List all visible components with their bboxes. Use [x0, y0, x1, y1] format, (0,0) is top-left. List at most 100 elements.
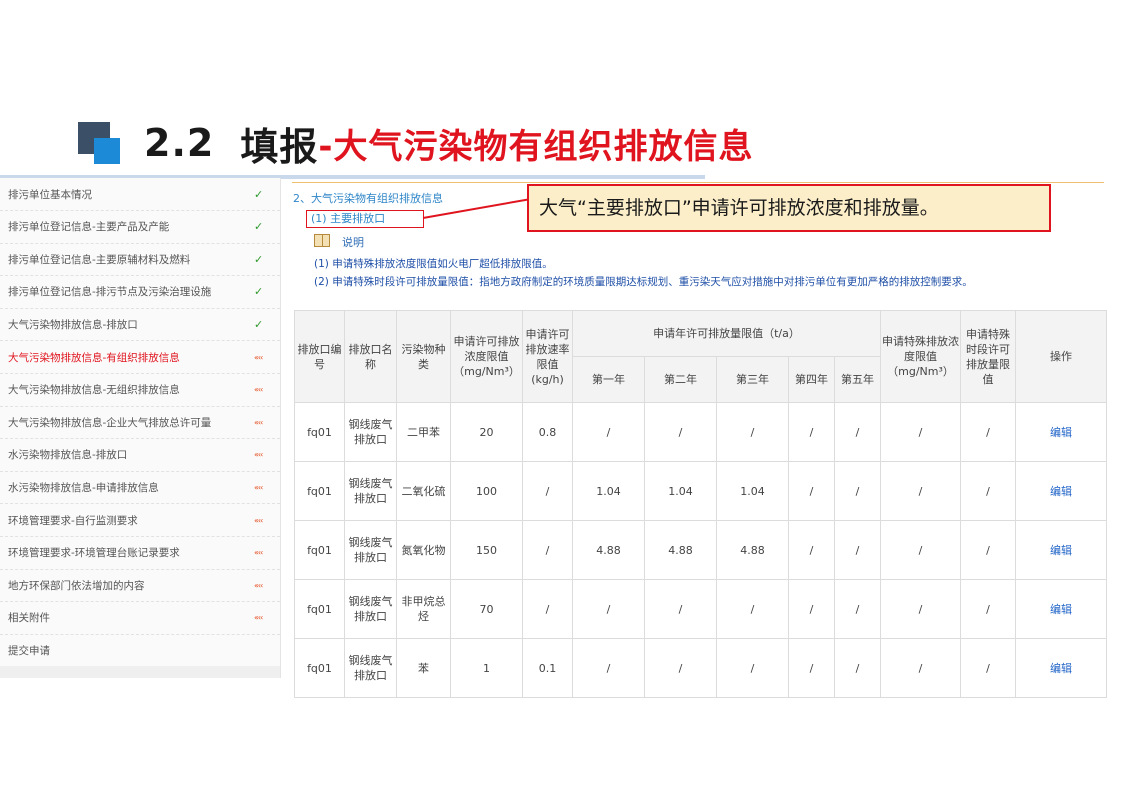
pending-icon: «‹‹	[254, 515, 263, 525]
header-special-period: 申请特殊时段许可排放量限值	[960, 310, 1017, 403]
cell-year-4: /	[788, 461, 835, 521]
cell-year-3: 4.88	[716, 520, 789, 580]
sidebar-item-label: 相关附件	[8, 612, 50, 625]
cell-conc-limit: 100	[450, 461, 523, 521]
cell-year-1: /	[572, 638, 645, 698]
sidebar-item-label: 排污单位登记信息-主要产品及产能	[8, 221, 170, 234]
table-row: fq01 钢线废气排放口 二氧化硫 100/1.04 1.04 1.04// / / 编辑	[294, 461, 1108, 521]
edit-link[interactable]: 编辑	[1015, 402, 1108, 462]
pending-icon: «‹‹	[254, 548, 263, 558]
cell-year-5: /	[833, 402, 882, 462]
cell-outlet-no: fq01	[294, 579, 345, 639]
cell-rate-limit: /	[522, 461, 573, 521]
cell-year-5: /	[833, 638, 882, 698]
cell-year-3: /	[716, 579, 789, 639]
tab-main-outlet[interactable]: (1) 主要排放口	[306, 210, 424, 228]
title-number: 2.2	[144, 121, 215, 165]
sidebar-item[interactable]: 大气污染物排放信息-有组织排放信息 «‹‹	[0, 341, 280, 374]
check-icon: ✓	[254, 252, 264, 266]
cell-year-2: /	[644, 579, 717, 639]
cell-special-conc: /	[880, 638, 962, 698]
sidebar-item-label: 环境管理要求-自行监测要求	[8, 514, 138, 527]
cell-special-period: /	[960, 520, 1017, 580]
sidebar-item-label: 提交申请	[8, 644, 50, 657]
cell-special-conc: /	[880, 579, 962, 639]
cell-year-1: /	[572, 579, 645, 639]
cell-rate-limit: /	[522, 579, 573, 639]
cell-conc-limit: 70	[450, 579, 523, 639]
callout-box: 大气“主要排放口”申请许可排放浓度和排放量。	[527, 184, 1051, 232]
edit-link[interactable]: 编辑	[1015, 638, 1108, 698]
edit-link[interactable]: 编辑	[1015, 579, 1108, 639]
cell-outlet-name: 钢线废气排放口	[344, 461, 397, 521]
cell-year-2: /	[644, 638, 717, 698]
cell-outlet-name: 钢线废气排放口	[344, 579, 397, 639]
sidebar-item[interactable]: 环境管理要求-自行监测要求 «‹‹	[0, 504, 280, 537]
sidebar-item-label: 排污单位基本情况	[8, 188, 92, 201]
sidebar-item[interactable]: 地方环保部门依法增加的内容 «‹‹	[0, 569, 280, 603]
sidebar-item[interactable]: 大气污染物排放信息-排放口 ✓	[0, 308, 280, 342]
check-icon: ✓	[254, 187, 264, 201]
book-icon	[314, 234, 330, 247]
cell-year-2: /	[644, 402, 717, 462]
sidebar-item[interactable]: 大气污染物排放信息-企业大气排放总许可量 «‹‹	[0, 406, 280, 440]
sidebar-item[interactable]: 提交申请	[0, 634, 280, 668]
header-conc-limit: 申请许可排放浓度限值（mg/Nm³）	[450, 310, 523, 403]
sidebar-item[interactable]: 排污单位登记信息-排污节点及污染治理设施 ✓	[0, 276, 280, 309]
sidebar-item[interactable]: 排污单位基本情况 ✓	[0, 178, 280, 211]
cell-year-4: /	[788, 520, 835, 580]
table-row: fq01 钢线废气排放口 二甲苯 20 0.8// / / / / / 编辑	[294, 402, 1108, 462]
section-title: 2、大气污染物有组织排放信息	[293, 192, 443, 205]
cell-conc-limit: 150	[450, 520, 523, 580]
header-year-1: 第一年	[572, 356, 645, 403]
cell-year-4: /	[788, 579, 835, 639]
header-action: 操作	[1015, 310, 1108, 403]
pending-icon: «‹‹	[254, 450, 263, 460]
sidebar-item-label: 排污单位登记信息-主要原辅材料及燃料	[8, 253, 191, 266]
sidebar-item[interactable]: 相关附件 «‹‹	[0, 602, 280, 635]
slide-title: 2.2 填报 -大气污染物有组织排放信息	[78, 118, 754, 169]
sidebar-footer	[0, 666, 280, 678]
sidebar-item-label: 大气污染物排放信息-无组织排放信息	[8, 384, 180, 397]
sidebar-item-label: 水污染物排放信息-排放口	[8, 449, 128, 462]
edit-link[interactable]: 编辑	[1015, 461, 1108, 521]
pending-icon: «‹‹	[254, 613, 263, 623]
sidebar-item[interactable]: 排污单位登记信息-主要产品及产能 ✓	[0, 211, 280, 244]
sidebar-item[interactable]: 排污单位登记信息-主要原辅材料及燃料 ✓	[0, 243, 280, 277]
note-line-2: (2) 申请特殊时段许可排放量限值：指地方政府制定的环境质量限期达标规划、重污染…	[314, 276, 973, 288]
cell-outlet-no: fq01	[294, 461, 345, 521]
sidebar-item-label: 水污染物排放信息-申请排放信息	[8, 481, 159, 494]
cell-outlet-name: 钢线废气排放口	[344, 638, 397, 698]
cell-pollutant: 二甲苯	[396, 402, 451, 462]
edit-link[interactable]: 编辑	[1015, 520, 1108, 580]
header-year-3: 第三年	[716, 356, 789, 403]
pending-icon: «‹‹	[254, 482, 263, 492]
pending-icon: «‹‹	[254, 417, 263, 427]
sidebar-item[interactable]: 水污染物排放信息-申请排放信息 «‹‹	[0, 471, 280, 505]
emission-table: 排放口编号 排放口名称 污染物种类 申请许可排放浓度限值（mg/Nm³） 申请许…	[294, 310, 1108, 698]
cell-outlet-no: fq01	[294, 520, 345, 580]
sidebar-item[interactable]: 环境管理要求-环境管理台账记录要求 «‹‹	[0, 537, 280, 570]
check-icon: ✓	[254, 317, 264, 331]
header-annual-group: 申请年许可排放量限值（t/a）	[571, 310, 882, 357]
header-outlet-no: 排放口编号	[294, 310, 345, 403]
pending-icon: «‹‹	[254, 580, 263, 590]
cell-pollutant: 苯	[396, 638, 451, 698]
cell-year-5: /	[833, 520, 882, 580]
cell-special-conc: /	[880, 402, 962, 462]
title-subtitle: -大气污染物有组织排放信息	[318, 126, 754, 167]
cell-year-3: 1.04	[716, 461, 789, 521]
check-icon: ✓	[254, 285, 264, 299]
cell-year-1: 4.88	[572, 520, 645, 580]
note-label[interactable]: 说明	[342, 234, 364, 250]
cell-year-1: /	[572, 402, 645, 462]
header-pollutant: 污染物种类	[396, 310, 451, 403]
sidebar-item[interactable]: 大气污染物排放信息-无组织排放信息 «‹‹	[0, 374, 280, 407]
cell-pollutant: 二氧化硫	[396, 461, 451, 521]
sidebar-item[interactable]: 水污染物排放信息-排放口 «‹‹	[0, 439, 280, 472]
title-square-icon	[78, 122, 120, 164]
sidebar-item-label: 排污单位登记信息-排污节点及污染治理设施	[8, 286, 212, 299]
table-row: fq01 钢线废气排放口 氮氧化物 150/4.88 4.88 4.88// / / 编辑	[294, 520, 1108, 580]
cell-special-conc: /	[880, 461, 962, 521]
sidebar-item-label: 环境管理要求-环境管理台账记录要求	[8, 547, 180, 560]
